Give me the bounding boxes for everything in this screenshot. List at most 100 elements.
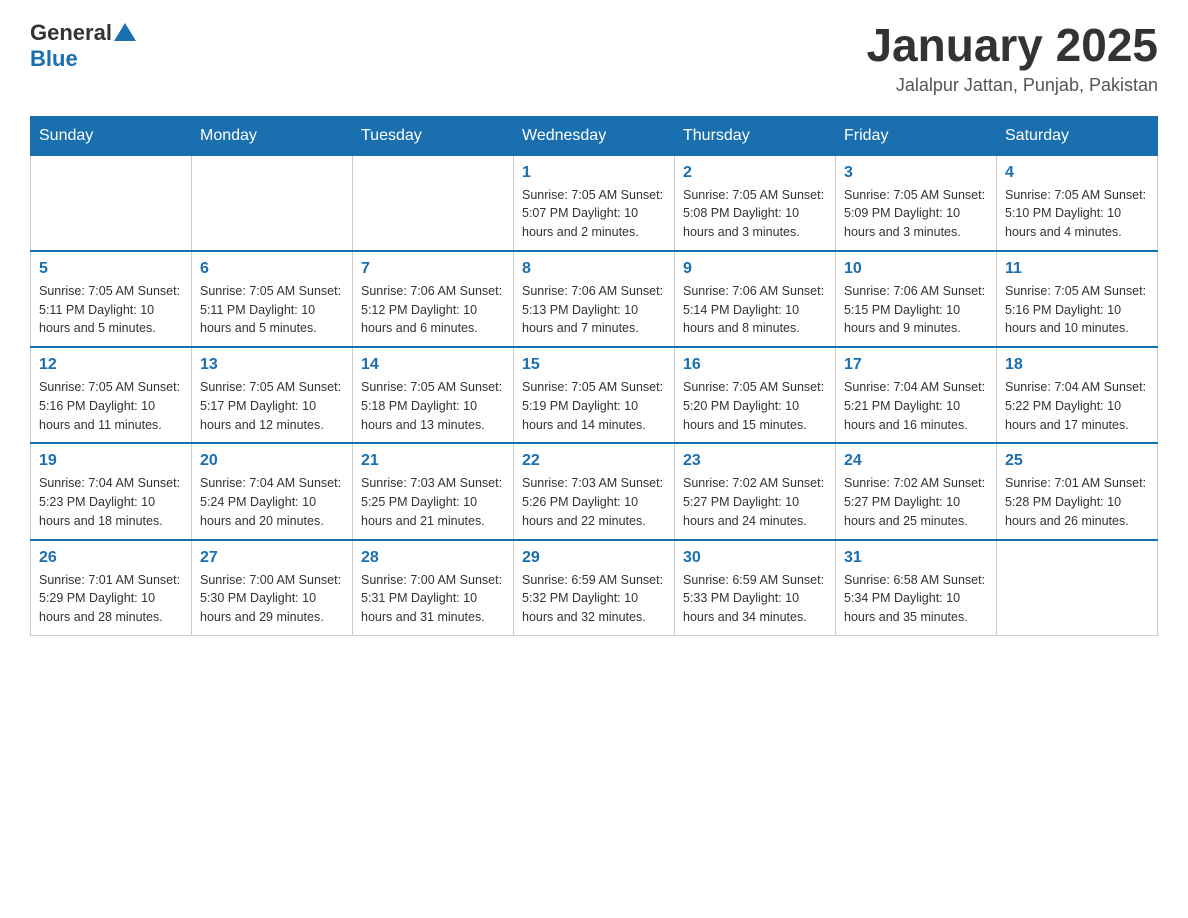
day-info: Sunrise: 7:06 AM Sunset: 5:15 PM Dayligh… (844, 282, 988, 338)
calendar-cell: 3 Sunrise: 7:05 AM Sunset: 5:09 PM Daylig… (836, 155, 997, 251)
calendar-cell (31, 155, 192, 251)
day-info: Sunrise: 7:04 AM Sunset: 5:22 PM Dayligh… (1005, 378, 1149, 434)
day-info: Sunrise: 7:02 AM Sunset: 5:27 PM Dayligh… (844, 474, 988, 530)
calendar-week-5: 26Sunrise: 7:01 AM Sunset: 5:29 PM Dayli… (31, 540, 1158, 636)
calendar-cell: 19 Sunrise: 7:04 AM Sunset: 5:23 PM Dayli… (31, 443, 192, 539)
calendar-week-2: 5 Sunrise: 7:05 AM Sunset: 5:11 PM Daylig… (31, 251, 1158, 347)
calendar-cell: 20 Sunrise: 7:04 AM Sunset: 5:24 PM Dayli… (192, 443, 353, 539)
day-info: Sunrise: 7:05 AM Sunset: 5:11 PM Dayligh… (39, 282, 183, 338)
day-info: Sunrise: 7:03 AM Sunset: 5:26 PM Dayligh… (522, 474, 666, 530)
day-number: 18 (1005, 356, 1149, 374)
location-subtitle: Jalalpur Jattan, Punjab, Pakistan (866, 75, 1158, 96)
day-number: 17 (844, 356, 988, 374)
day-number: 30 (683, 549, 827, 567)
day-number: 11 (1005, 260, 1149, 278)
day-info: Sunrise: 7:06 AM Sunset: 5:13 PM Dayligh… (522, 282, 666, 338)
calendar-cell: 5 Sunrise: 7:05 AM Sunset: 5:11 PM Daylig… (31, 251, 192, 347)
day-info: Sunrise: 7:00 AM Sunset: 5:31 PM Dayligh… (361, 571, 505, 627)
day-number: 21 (361, 452, 505, 470)
day-number: 28 (361, 549, 505, 567)
day-number: 23 (683, 452, 827, 470)
day-number: 22 (522, 452, 666, 470)
calendar-cell (353, 155, 514, 251)
calendar-cell: 12Sunrise: 7:05 AM Sunset: 5:16 PM Dayli… (31, 347, 192, 443)
logo-blue-text: Blue (30, 46, 78, 72)
day-number: 31 (844, 549, 988, 567)
day-info: Sunrise: 7:04 AM Sunset: 5:21 PM Dayligh… (844, 378, 988, 434)
calendar-cell: 14Sunrise: 7:05 AM Sunset: 5:18 PM Dayli… (353, 347, 514, 443)
weekday-header-friday: Friday (836, 116, 997, 155)
calendar-cell: 21 Sunrise: 7:03 AM Sunset: 5:25 PM Dayli… (353, 443, 514, 539)
calendar-cell: 17 Sunrise: 7:04 AM Sunset: 5:21 PM Dayli… (836, 347, 997, 443)
day-info: Sunrise: 7:05 AM Sunset: 5:17 PM Dayligh… (200, 378, 344, 434)
calendar-cell (192, 155, 353, 251)
day-number: 8 (522, 260, 666, 278)
day-number: 10 (844, 260, 988, 278)
calendar-cell: 28 Sunrise: 7:00 AM Sunset: 5:31 PM Dayli… (353, 540, 514, 636)
calendar-cell: 15 Sunrise: 7:05 AM Sunset: 5:19 PM Dayli… (514, 347, 675, 443)
day-number: 20 (200, 452, 344, 470)
day-info: Sunrise: 7:05 AM Sunset: 5:20 PM Dayligh… (683, 378, 827, 434)
calendar-cell: 27 Sunrise: 7:00 AM Sunset: 5:30 PM Dayli… (192, 540, 353, 636)
day-number: 5 (39, 260, 183, 278)
month-title: January 2025 (866, 20, 1158, 71)
day-info: Sunrise: 7:01 AM Sunset: 5:28 PM Dayligh… (1005, 474, 1149, 530)
day-info: Sunrise: 7:05 AM Sunset: 5:08 PM Dayligh… (683, 186, 827, 242)
calendar-cell: 25 Sunrise: 7:01 AM Sunset: 5:28 PM Dayli… (997, 443, 1158, 539)
day-info: Sunrise: 7:05 AM Sunset: 5:11 PM Dayligh… (200, 282, 344, 338)
day-number: 19 (39, 452, 183, 470)
calendar-cell: 8 Sunrise: 7:06 AM Sunset: 5:13 PM Daylig… (514, 251, 675, 347)
day-info: Sunrise: 7:00 AM Sunset: 5:30 PM Dayligh… (200, 571, 344, 627)
day-info: Sunrise: 7:01 AM Sunset: 5:29 PM Dayligh… (39, 571, 183, 627)
calendar-cell: 29 Sunrise: 6:59 AM Sunset: 5:32 PM Dayli… (514, 540, 675, 636)
calendar-week-3: 12Sunrise: 7:05 AM Sunset: 5:16 PM Dayli… (31, 347, 1158, 443)
calendar-cell: 24 Sunrise: 7:02 AM Sunset: 5:27 PM Dayli… (836, 443, 997, 539)
calendar-cell: 10 Sunrise: 7:06 AM Sunset: 5:15 PM Dayli… (836, 251, 997, 347)
calendar-cell: 16 Sunrise: 7:05 AM Sunset: 5:20 PM Dayli… (675, 347, 836, 443)
logo-triangle-icon (114, 21, 136, 43)
day-number: 13 (200, 356, 344, 374)
calendar-cell: 30 Sunrise: 6:59 AM Sunset: 5:33 PM Dayli… (675, 540, 836, 636)
logo: General Blue (30, 20, 136, 72)
day-info: Sunrise: 7:05 AM Sunset: 5:19 PM Dayligh… (522, 378, 666, 434)
calendar-cell: 22 Sunrise: 7:03 AM Sunset: 5:26 PM Dayli… (514, 443, 675, 539)
day-number: 7 (361, 260, 505, 278)
day-number: 24 (844, 452, 988, 470)
day-number: 4 (1005, 164, 1149, 182)
calendar-cell: 4Sunrise: 7:05 AM Sunset: 5:10 PM Daylig… (997, 155, 1158, 251)
day-number: 25 (1005, 452, 1149, 470)
weekday-header-saturday: Saturday (997, 116, 1158, 155)
calendar-cell: 31 Sunrise: 6:58 AM Sunset: 5:34 PM Dayli… (836, 540, 997, 636)
day-info: Sunrise: 6:59 AM Sunset: 5:33 PM Dayligh… (683, 571, 827, 627)
day-number: 15 (522, 356, 666, 374)
weekday-header-thursday: Thursday (675, 116, 836, 155)
calendar-cell: 2Sunrise: 7:05 AM Sunset: 5:08 PM Daylig… (675, 155, 836, 251)
day-number: 29 (522, 549, 666, 567)
page-header: General Blue January 2025 Jalalpur Jatta… (30, 20, 1158, 96)
calendar-cell: 11 Sunrise: 7:05 AM Sunset: 5:16 PM Dayli… (997, 251, 1158, 347)
calendar-header-row: SundayMondayTuesdayWednesdayThursdayFrid… (31, 116, 1158, 155)
day-info: Sunrise: 6:58 AM Sunset: 5:34 PM Dayligh… (844, 571, 988, 627)
weekday-header-monday: Monday (192, 116, 353, 155)
day-info: Sunrise: 7:05 AM Sunset: 5:07 PM Dayligh… (522, 186, 666, 242)
weekday-header-sunday: Sunday (31, 116, 192, 155)
day-number: 1 (522, 164, 666, 182)
day-info: Sunrise: 6:59 AM Sunset: 5:32 PM Dayligh… (522, 571, 666, 627)
day-info: Sunrise: 7:05 AM Sunset: 5:18 PM Dayligh… (361, 378, 505, 434)
calendar-cell: 13 Sunrise: 7:05 AM Sunset: 5:17 PM Dayli… (192, 347, 353, 443)
day-info: Sunrise: 7:06 AM Sunset: 5:14 PM Dayligh… (683, 282, 827, 338)
day-info: Sunrise: 7:05 AM Sunset: 5:16 PM Dayligh… (1005, 282, 1149, 338)
day-info: Sunrise: 7:04 AM Sunset: 5:24 PM Dayligh… (200, 474, 344, 530)
day-number: 27 (200, 549, 344, 567)
day-info: Sunrise: 7:05 AM Sunset: 5:09 PM Dayligh… (844, 186, 988, 242)
day-number: 6 (200, 260, 344, 278)
day-info: Sunrise: 7:03 AM Sunset: 5:25 PM Dayligh… (361, 474, 505, 530)
day-info: Sunrise: 7:04 AM Sunset: 5:23 PM Dayligh… (39, 474, 183, 530)
calendar-week-4: 19 Sunrise: 7:04 AM Sunset: 5:23 PM Dayli… (31, 443, 1158, 539)
day-number: 3 (844, 164, 988, 182)
weekday-header-wednesday: Wednesday (514, 116, 675, 155)
day-number: 16 (683, 356, 827, 374)
weekday-header-tuesday: Tuesday (353, 116, 514, 155)
day-info: Sunrise: 7:02 AM Sunset: 5:27 PM Dayligh… (683, 474, 827, 530)
calendar-table: SundayMondayTuesdayWednesdayThursdayFrid… (30, 116, 1158, 636)
